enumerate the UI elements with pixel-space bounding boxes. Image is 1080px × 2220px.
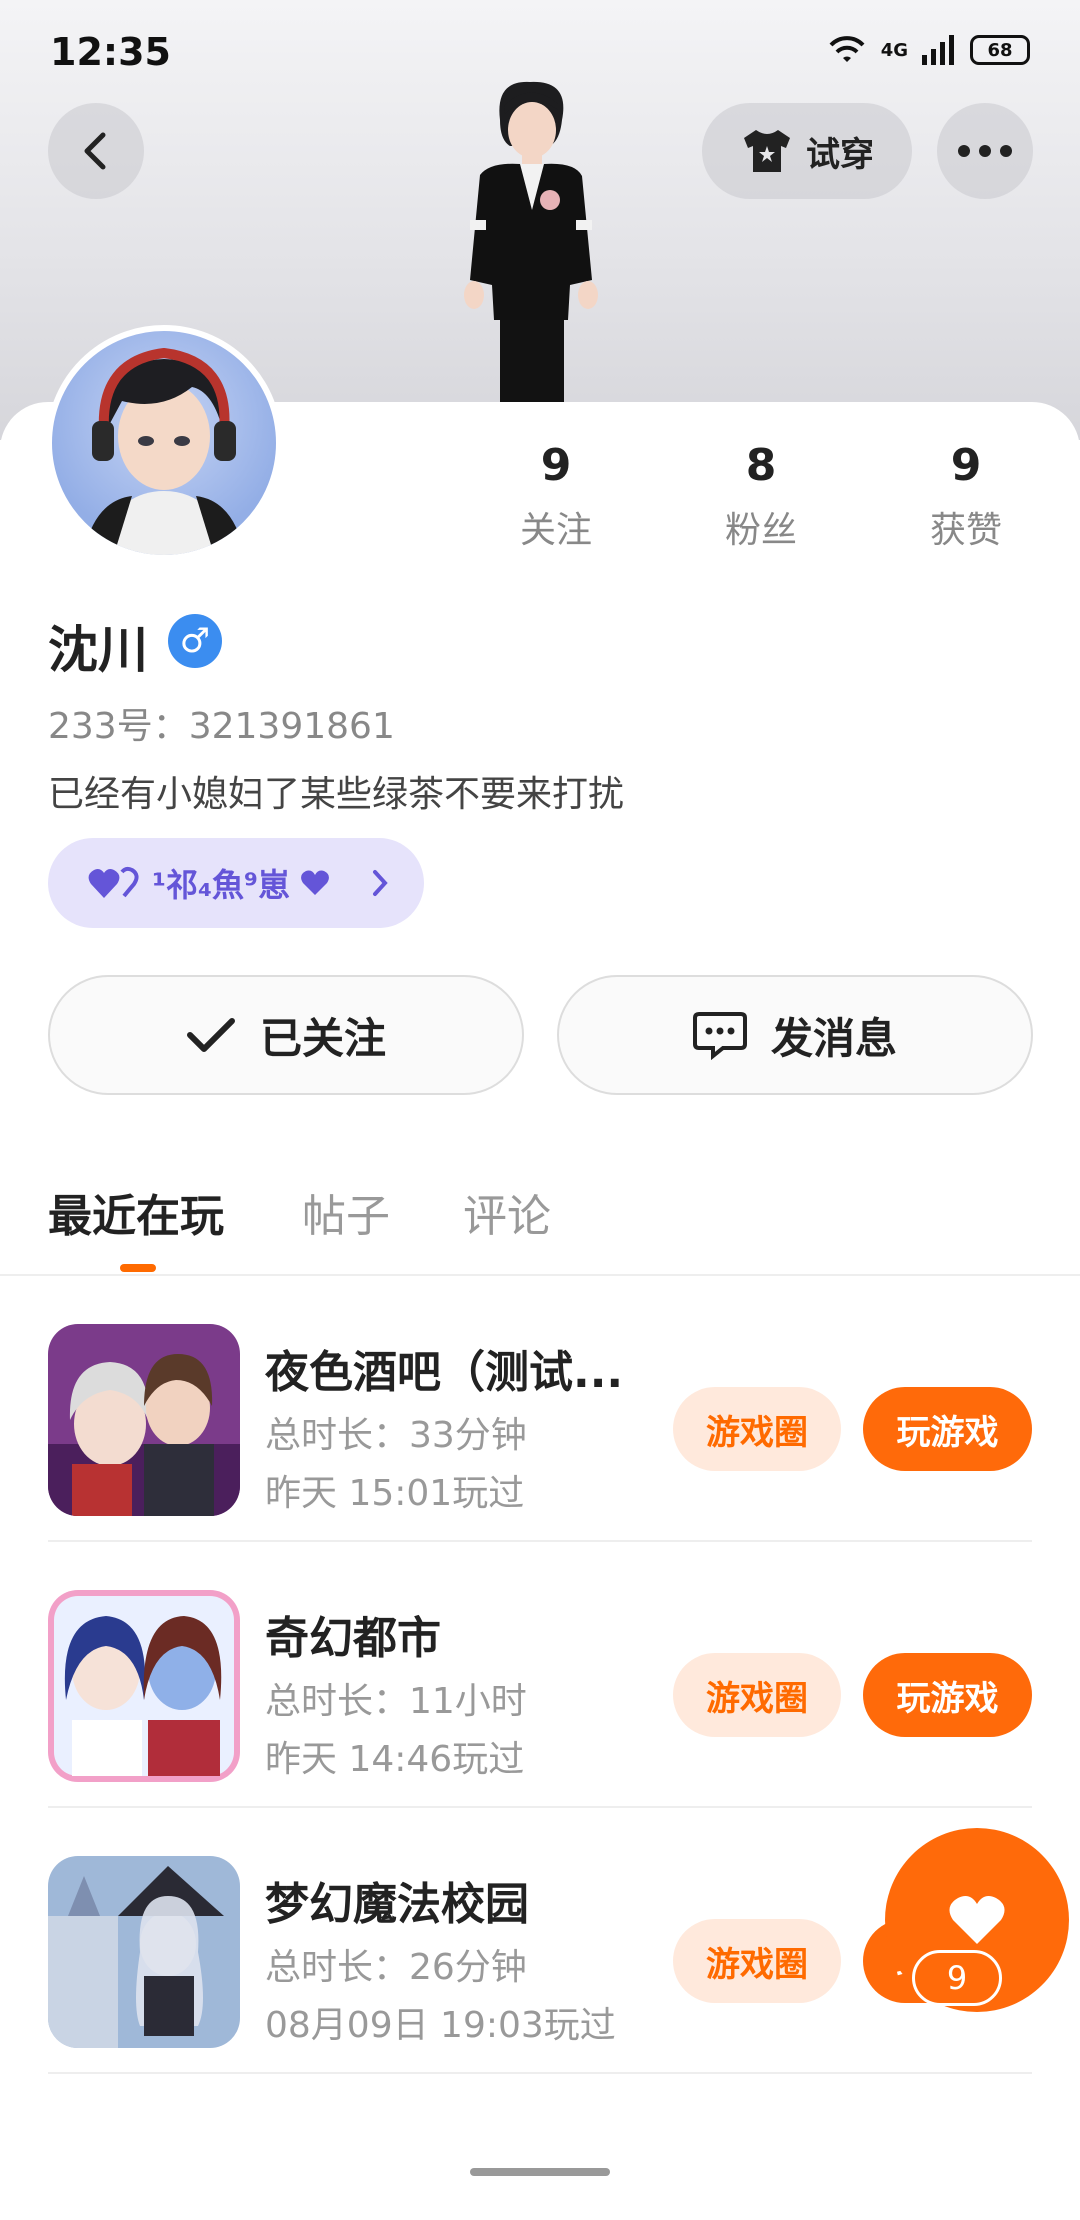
followed-label: 已关注	[259, 1013, 386, 1063]
avatar[interactable]	[46, 325, 282, 561]
try-on-button[interactable]: 试穿	[702, 103, 912, 199]
game-circle-button[interactable]: 游戏圈	[673, 1387, 841, 1471]
wifi-icon	[829, 36, 865, 62]
user-name: 沈川	[48, 621, 148, 679]
game-row[interactable]: 夜色酒吧（测试... 总时长：33分钟 昨天 15:01玩过 游戏圈 玩游戏	[48, 1276, 1032, 1542]
stat-following-label: 关注	[519, 510, 592, 551]
stat-fans[interactable]: 8 粉丝	[681, 440, 841, 553]
stat-fans-value: 8	[745, 440, 777, 491]
send-message-label: 发消息	[770, 1013, 897, 1063]
signal-icon	[922, 35, 954, 65]
message-bubble-icon	[692, 1012, 747, 1060]
heart-icon	[949, 1896, 1005, 1944]
game-title: 奇幻都市	[265, 1613, 441, 1664]
game-thumbnail	[48, 1856, 240, 2048]
game-circle-button[interactable]: 游戏圈	[673, 1919, 841, 2003]
avatar-figure-image	[464, 81, 598, 405]
chevron-right-icon	[373, 870, 388, 896]
stat-fans-label: 粉丝	[724, 510, 797, 551]
stat-likes-value: 9	[950, 440, 982, 491]
chevron-left-icon	[84, 132, 106, 170]
game-title: 夜色酒吧（测试...	[265, 1347, 624, 1398]
game-duration: 总时长：33分钟	[265, 1415, 527, 1456]
home-indicator[interactable]	[470, 2168, 610, 2176]
game-last-played: 昨天 15:01玩过	[265, 1473, 525, 1514]
game-title: 梦幻魔法校园	[265, 1879, 529, 1930]
stat-following-value: 9	[540, 440, 572, 491]
status-time: 12:35	[50, 30, 171, 74]
tab-posts[interactable]: 帖子	[302, 1180, 390, 1244]
gender-male-icon: ♂	[168, 614, 222, 668]
back-button[interactable]	[48, 103, 144, 199]
try-on-label: 试穿	[806, 134, 874, 175]
user-bio: 已经有小媳妇了某些绿茶不要来打扰	[48, 774, 625, 815]
send-message-button[interactable]: 发消息	[557, 975, 1033, 1095]
game-last-played: 昨天 14:46玩过	[265, 1739, 525, 1780]
relationship-tag[interactable]: ¹祁₄魚⁹崽	[48, 838, 424, 928]
more-dots-icon	[958, 145, 1012, 157]
more-button[interactable]	[937, 103, 1033, 199]
game-circle-button[interactable]: 游戏圈	[673, 1653, 841, 1737]
network-type: 4G	[880, 39, 908, 61]
game-thumbnail	[48, 1590, 240, 1782]
tab-comments[interactable]: 评论	[463, 1180, 551, 1244]
stat-likes-label: 获赞	[929, 510, 1002, 551]
check-icon	[186, 1018, 235, 1052]
tab-recently-played[interactable]: 最近在玩	[48, 1180, 224, 1244]
game-row[interactable]: 梦幻魔法校园 总时长：26分钟 08月09日 19:03玩过 游戏圈 玩游戏	[48, 1808, 1032, 2074]
tab-indicator	[120, 1264, 156, 1272]
battery-icon: 68	[970, 35, 1030, 65]
game-duration: 总时长：11小时	[265, 1681, 527, 1722]
stat-following[interactable]: 9 关注	[476, 440, 636, 553]
play-game-button[interactable]: 玩游戏	[863, 1653, 1032, 1737]
like-count-badge: 9	[912, 1950, 1002, 2006]
user-id: 233号：321391861	[48, 706, 395, 747]
game-thumbnail-image	[48, 1856, 240, 2048]
stat-likes[interactable]: 9 获赞	[886, 440, 1046, 553]
game-last-played: 08月09日 19:03玩过	[265, 2005, 616, 2046]
relationship-tag-text: ¹祁₄魚⁹崽	[152, 866, 291, 904]
game-thumbnail	[48, 1324, 240, 1516]
followed-button[interactable]: 已关注	[48, 975, 524, 1095]
status-icons: 4G 68	[827, 34, 1030, 66]
game-thumbnail-image	[48, 1590, 240, 1782]
game-thumbnail-image	[48, 1324, 240, 1516]
double-heart-icon	[88, 866, 139, 898]
game-row[interactable]: 奇幻都市 总时长：11小时 昨天 14:46玩过 游戏圈 玩游戏	[48, 1542, 1032, 1808]
play-game-button[interactable]: 玩游戏	[863, 1387, 1032, 1471]
avatar-image	[83, 347, 245, 555]
game-duration: 总时长：26分钟	[265, 1947, 527, 1988]
heart-icon	[301, 870, 329, 895]
row-divider	[48, 2072, 1032, 2074]
tshirt-icon	[744, 130, 790, 172]
